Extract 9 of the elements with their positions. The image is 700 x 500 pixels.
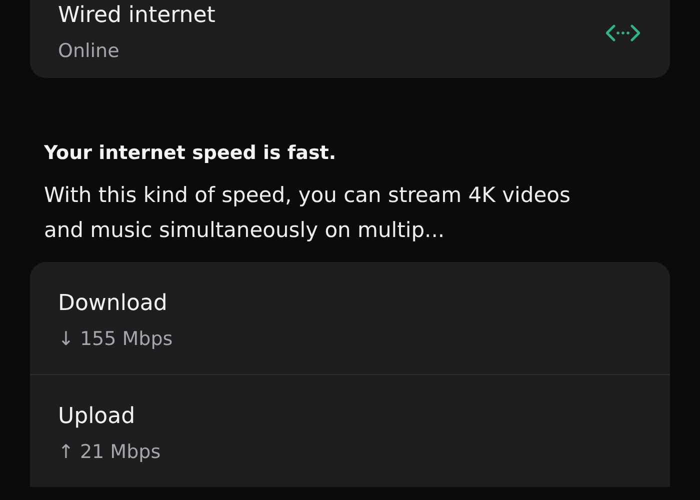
speed-label: Download: [58, 290, 168, 318]
speed-heading: Your internet speed is fast.: [44, 142, 338, 164]
connection-title: Wired internet: [58, 2, 216, 30]
speed-description: With this kind of speed, you can stream 4K videos and music simultaneously on multip...: [44, 182, 572, 244]
ethernet-icon: [606, 23, 640, 43]
speed-label: Upload: [58, 403, 136, 431]
speed-reading: ↓ 155 Mbps: [58, 327, 174, 352]
speed-reading: ↑ 21 Mbps: [58, 440, 162, 465]
connection-status: Online: [58, 39, 120, 64]
